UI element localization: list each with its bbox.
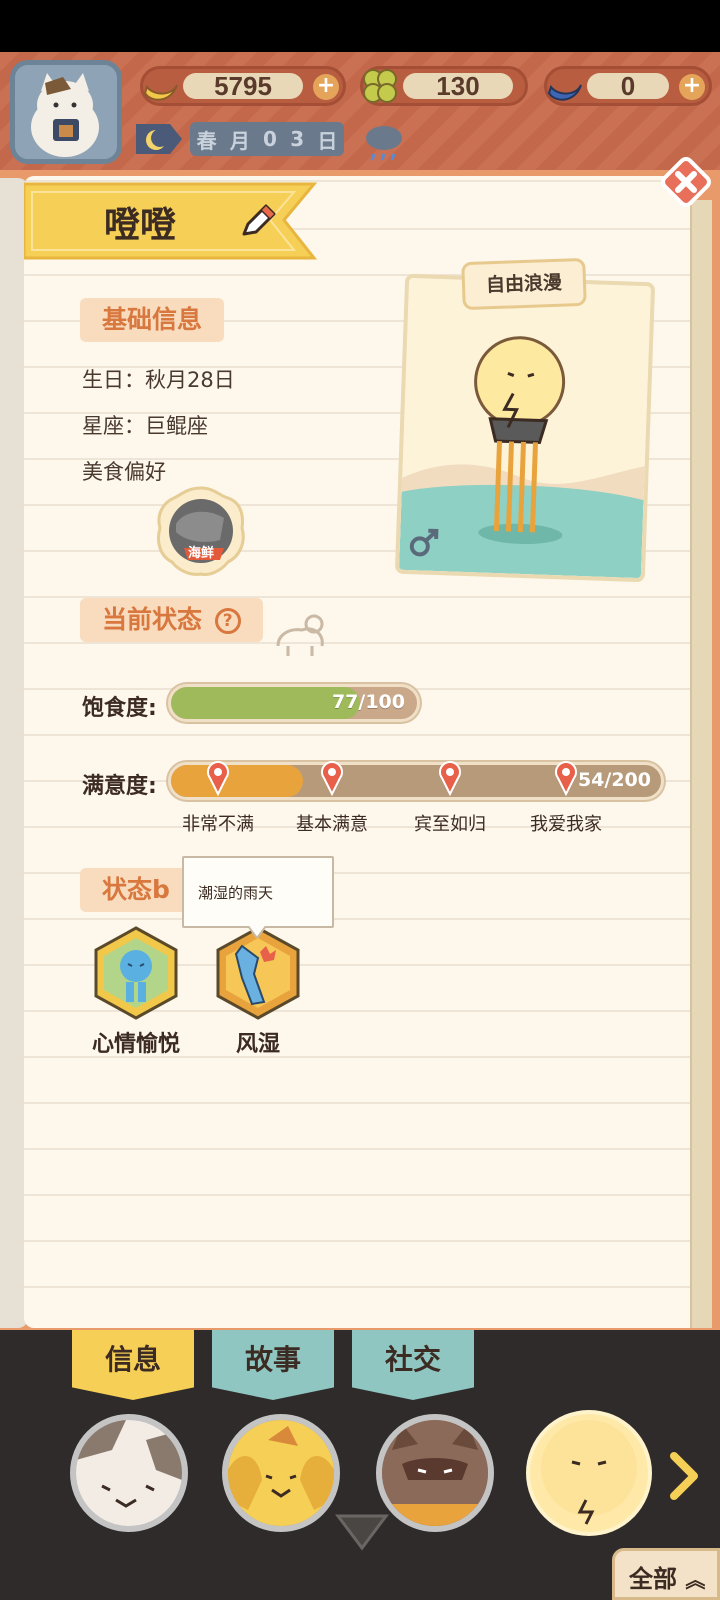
character-slot-dog[interactable]	[222, 1414, 340, 1532]
milestone-pin-icon	[321, 761, 343, 796]
rain-cloud-icon[interactable]	[360, 118, 408, 166]
basic-info-title: 基础信息	[80, 298, 225, 342]
tab-info[interactable]: 信息	[72, 1330, 194, 1400]
satisfaction-label: 满意度:	[82, 774, 157, 799]
cow-cat-face-icon	[76, 1420, 182, 1526]
player-avatar[interactable]	[10, 60, 122, 164]
milestone-label: 我爱我家	[530, 814, 602, 835]
satisfaction-progress-bar: 54/200	[168, 762, 664, 800]
satisfaction-value: 54/200	[577, 769, 651, 791]
happy-mood-icon	[94, 926, 178, 1020]
buff-section-title: 状态b	[80, 868, 192, 912]
date-char: 月	[229, 128, 250, 153]
yellow-dog-face-icon	[228, 1420, 334, 1526]
character-slot-lightbulb-selected[interactable]	[530, 1414, 648, 1532]
seafood-icon	[157, 486, 245, 576]
personality-trait-tag: 自由浪漫	[461, 257, 587, 311]
zodiac-text: 星座：巨鲲座	[82, 414, 208, 438]
blue-banana-icon	[547, 84, 582, 101]
banana-icon	[143, 84, 178, 101]
milestone-pin-icon	[555, 761, 577, 796]
milestone-label: 宾至如归	[414, 814, 486, 835]
rheumatism-icon	[216, 926, 300, 1020]
male-icon	[409, 528, 439, 557]
milestone-pin-icon	[439, 761, 461, 796]
pencil-edit-icon[interactable]	[236, 200, 280, 244]
character-slot-cat[interactable]	[70, 1414, 188, 1532]
seafood-preference-badge[interactable]: 海鲜	[154, 484, 248, 578]
buff-label-rheumatism: 风湿	[235, 1032, 280, 1057]
banana-counter: 5795 +	[140, 66, 346, 106]
cat-avatar-icon	[15, 65, 117, 159]
date-char: 3	[290, 127, 305, 151]
seafood-label: 海鲜	[187, 546, 214, 561]
all-characters-button[interactable]: 全部 ︽	[612, 1548, 720, 1600]
date-display: 春 月 0 3 日	[190, 122, 344, 156]
page-edge	[690, 200, 712, 1328]
moon-night-icon	[136, 124, 182, 154]
tab-social[interactable]: 社交	[352, 1330, 474, 1400]
milestone-label: 非常不满	[182, 814, 254, 835]
current-status-title: 当前状态 ?	[80, 598, 263, 642]
tab-story[interactable]: 故事	[212, 1330, 334, 1400]
chevron-down-icon[interactable]	[334, 1512, 390, 1552]
buff-item-happy[interactable]	[92, 924, 180, 1026]
milestone-label: 基本满意	[296, 814, 368, 835]
buff-tooltip: 潮湿的雨天	[182, 856, 334, 928]
buff-item-rheumatism[interactable]	[214, 924, 302, 1026]
date-char: 春	[196, 128, 217, 153]
help-icon[interactable]: ?	[214, 608, 241, 634]
satisfaction-bar-fill	[171, 765, 304, 797]
double-chevron-up-icon: ︽	[685, 1568, 706, 1592]
clover-counter: 130	[360, 66, 528, 106]
food-preference-label: 美食偏好	[82, 460, 166, 484]
hunger-label: 饱食度:	[82, 696, 157, 721]
banana-count: 5795	[183, 73, 303, 99]
milestone-pin-icon	[207, 761, 229, 796]
add-blue-banana-button[interactable]: +	[679, 74, 705, 100]
character-name: 噔噔	[104, 205, 177, 246]
birthday-text: 生日：秋月28日	[82, 368, 235, 392]
date-char: 0	[263, 127, 277, 151]
system-status-bar	[0, 0, 720, 52]
hunger-progress-bar: 77/100	[168, 684, 420, 722]
character-portrait-card	[394, 273, 656, 583]
date-char: 日	[317, 128, 338, 153]
calendar-date[interactable]: 春 月 0 3 日	[130, 118, 354, 160]
hunger-value: 77/100	[331, 691, 405, 713]
dog-doodle-icon	[276, 614, 324, 656]
clover-icon	[363, 69, 397, 103]
add-banana-button[interactable]: +	[313, 74, 339, 100]
chevron-right-icon[interactable]	[666, 1450, 702, 1502]
close-icon[interactable]	[656, 152, 716, 212]
tooltip-tail	[248, 926, 266, 938]
clover-count: 130	[403, 73, 513, 99]
lightbulb-face-icon	[536, 1420, 642, 1526]
character-slot-raccoon[interactable]	[376, 1414, 494, 1532]
raccoon-face-icon	[382, 1420, 488, 1526]
current-status-title-text: 当前状态	[102, 605, 203, 634]
blue-banana-counter: 0 +	[544, 66, 712, 106]
buff-label-happy: 心情愉悦	[91, 1032, 180, 1057]
all-label: 全部	[629, 1565, 677, 1593]
blue-banana-count: 0	[587, 73, 669, 99]
